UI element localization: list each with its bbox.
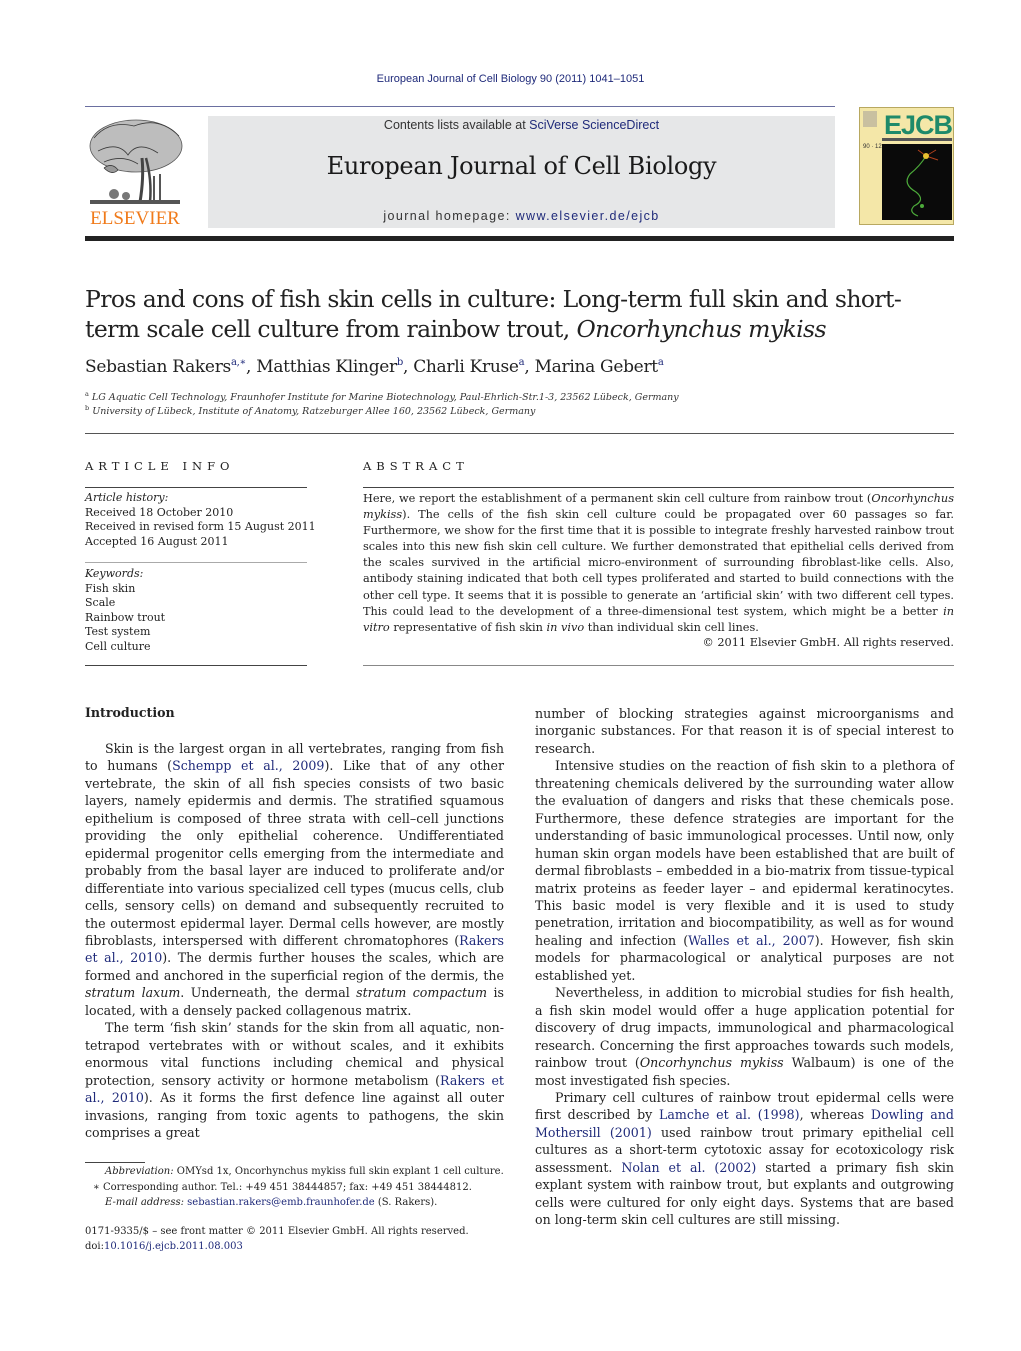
divider (363, 665, 954, 666)
elsevier-logo[interactable]: ELSEVIER (84, 116, 186, 230)
paragraph: Nevertheless, in addition to microbial s… (535, 985, 954, 1088)
keyword: Rainbow trout (85, 610, 166, 624)
keyword: Scale (85, 596, 116, 609)
paragraph: The term ‘fish skin’ stands for the skin… (85, 1020, 504, 1140)
footnote-corresponding: ∗ Corresponding author. Tel.: +49 451 38… (93, 1182, 472, 1193)
article-history: Article history: Received 18 October 201… (85, 491, 316, 549)
history-accepted: Accepted 16 August 2011 (85, 534, 229, 548)
abstract-heading: ABSTRACT (363, 459, 469, 473)
history-revised: Received in revised form 15 August 2011 (85, 520, 316, 533)
divider (363, 487, 954, 488)
cover-subtitle (882, 138, 952, 141)
history-label: Article history: (85, 491, 169, 504)
history-received: Received 18 October 2010 (85, 505, 234, 519)
journal-masthead: Contents lists available at SciVerse Sci… (208, 116, 835, 228)
author-list: Sebastian Rakersa,∗, Matthias Klingerb, … (85, 357, 664, 377)
cover-volume: 90 · 12 (863, 144, 882, 150)
abstract-copyright: © 2011 Elsevier GmbH. All rights reserve… (702, 636, 954, 649)
contents-line: Contents lists available at SciVerse Sci… (208, 118, 835, 132)
front-matter-line: 0171-9335/$ – see front matter © 2011 El… (85, 1226, 469, 1237)
citation-link[interactable]: Walles et al., 2007 (688, 933, 815, 948)
citation-link[interactable]: Lamche et al. (1998) (659, 1107, 800, 1122)
journal-title: European Journal of Cell Biology (326, 152, 717, 180)
paragraph-continued: number of blocking strategies against mi… (535, 706, 954, 756)
doi-link[interactable]: 10.1016/j.ejcb.2011.08.003 (104, 1241, 243, 1252)
sciencedirect-link[interactable]: SciVerse ScienceDirect (529, 118, 659, 132)
running-head[interactable]: European Journal of Cell Biology 90 (201… (0, 73, 1021, 85)
running-head-link[interactable]: European Journal of Cell Biology 90 (201… (377, 73, 645, 85)
footnote-abbreviation: Abbreviation: OMYsd 1x, Oncorhynchus myk… (105, 1166, 504, 1177)
author[interactable]: Charli Krusea (413, 357, 524, 377)
doi-line: doi:10.1016/j.ejcb.2011.08.003 (85, 1241, 243, 1252)
cover-publisher-icon (863, 111, 877, 127)
contents-prefix: Contents lists available at (383, 118, 530, 132)
journal-cover[interactable]: EJCB 90 · 12 (859, 107, 954, 225)
abstract-body: Here, we report the establishment of a p… (363, 492, 954, 634)
body-column-right: number of blocking strategies against mi… (535, 705, 954, 1229)
citation-link[interactable]: Nolan et al. (2002) (621, 1160, 756, 1175)
title-species: Oncorhynchus mykiss (576, 315, 826, 343)
author[interactable]: Sebastian Rakersa,∗ (85, 357, 246, 377)
paragraph: Primary cell cultures of rainbow trout e… (535, 1089, 955, 1228)
body-column-left: Skin is the largest organ in all vertebr… (85, 740, 504, 1141)
footnote-rule (85, 1162, 145, 1163)
tree-icon (89, 119, 183, 204)
author-affil-mark[interactable]: a (658, 357, 664, 368)
keyword: Cell culture (85, 639, 151, 653)
divider (85, 562, 307, 563)
divider (85, 665, 307, 666)
homepage-prefix: journal homepage: (383, 209, 516, 223)
neuron-image-icon (906, 149, 939, 217)
author[interactable]: Marina Geberta (535, 357, 664, 377)
footnote-email: E-mail address: sebastian.rakers@emb.fra… (105, 1197, 438, 1208)
keywords: Keywords: Fish skin Scale Rainbow trout … (85, 567, 165, 654)
email-link[interactable]: sebastian.rakers@emb.fraunhofer.de (187, 1197, 375, 1208)
affiliation-a: a LG Aquatic Cell Technology, Fraunhofer… (85, 390, 679, 403)
homepage-line: journal homepage: www.elsevier.de/ejcb (208, 209, 835, 223)
divider (85, 433, 954, 434)
paragraph: Skin is the largest organ in all vertebr… (85, 741, 504, 1018)
article-info-heading: ARTICLE INFO (85, 459, 235, 473)
affiliation-b: b University of Lübeck, Institute of Ana… (85, 404, 536, 417)
article-title: Pros and cons of fish skin cells in cult… (85, 284, 955, 344)
introduction-heading: Introduction (85, 705, 175, 720)
elsevier-wordmark: ELSEVIER (90, 208, 180, 229)
author[interactable]: Matthias Klingerb (256, 357, 403, 377)
keyword: Test system (85, 625, 151, 638)
author-affil-mark[interactable]: a,∗ (231, 357, 246, 368)
keywords-label: Keywords: (85, 567, 144, 580)
citation-link[interactable]: Schempp et al., 2009 (172, 758, 324, 773)
header-rule (85, 106, 835, 107)
cover-image (882, 144, 952, 220)
cover-logo: EJCB (884, 110, 953, 140)
paragraph: Intensive studies on the reaction of fis… (535, 758, 955, 983)
masthead-thick-rule (85, 236, 954, 241)
divider (85, 487, 307, 488)
homepage-link[interactable]: www.elsevier.de/ejcb (516, 209, 660, 223)
keyword: Fish skin (85, 581, 136, 595)
